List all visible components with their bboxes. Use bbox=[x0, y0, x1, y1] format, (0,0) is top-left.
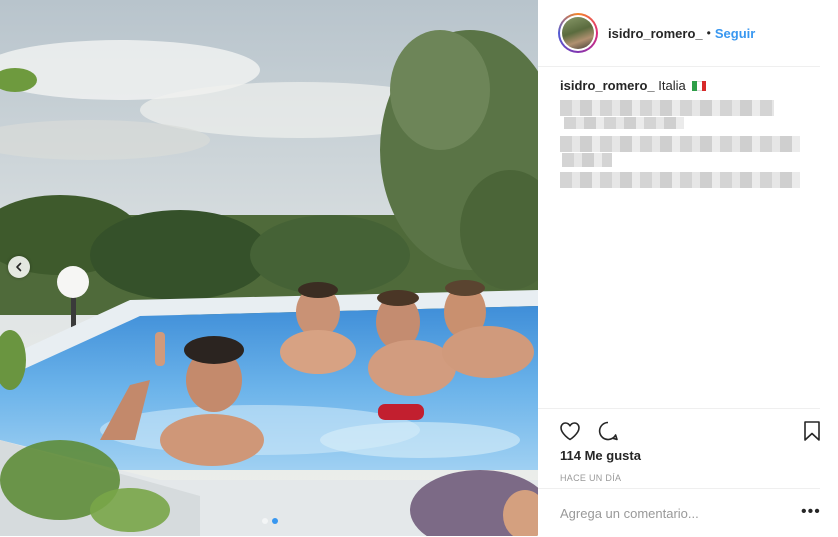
blurred-caption-line bbox=[564, 117, 684, 129]
more-options-icon[interactable]: ••• bbox=[801, 503, 821, 521]
username-link[interactable]: isidro_romero_ bbox=[608, 26, 703, 41]
comment-input[interactable] bbox=[558, 503, 782, 523]
header-separator: • bbox=[706, 26, 711, 40]
blurred-caption-line bbox=[562, 153, 612, 167]
post-actions: 114 Me gusta HACE UN DÍA bbox=[538, 408, 820, 483]
bookmark-icon[interactable] bbox=[800, 419, 824, 443]
blurred-caption-line bbox=[560, 100, 774, 116]
blurred-caption-line bbox=[560, 136, 800, 152]
avatar[interactable] bbox=[558, 13, 598, 53]
comment-icon[interactable] bbox=[596, 419, 620, 443]
avatar-image bbox=[562, 17, 594, 49]
chevron-left-icon bbox=[16, 262, 22, 272]
caption-location: Italia bbox=[658, 78, 686, 93]
post-side-panel: isidro_romero_ • Seguir isidro_romero_ I… bbox=[538, 0, 838, 536]
heart-icon[interactable] bbox=[558, 419, 582, 443]
post-header: isidro_romero_ • Seguir bbox=[538, 0, 820, 67]
post-caption: isidro_romero_ Italia bbox=[560, 78, 820, 93]
comment-bar: ••• bbox=[538, 488, 820, 537]
carousel-dot bbox=[262, 518, 268, 524]
caption-username[interactable]: isidro_romero_ bbox=[560, 78, 655, 93]
blurred-caption-line bbox=[560, 172, 800, 188]
pool-scene-image bbox=[0, 0, 538, 536]
carousel-dot-active bbox=[272, 518, 278, 524]
carousel-indicator bbox=[262, 518, 278, 524]
follow-button[interactable]: Seguir bbox=[715, 26, 755, 41]
likes-count[interactable]: 114 Me gusta bbox=[560, 448, 641, 463]
carousel-prev-button[interactable] bbox=[8, 256, 30, 278]
post-timestamp[interactable]: HACE UN DÍA bbox=[560, 473, 621, 483]
italy-flag-icon bbox=[692, 81, 707, 91]
post-photo[interactable] bbox=[0, 0, 538, 536]
